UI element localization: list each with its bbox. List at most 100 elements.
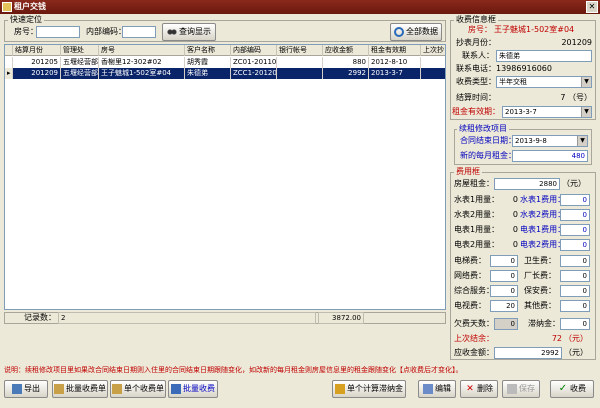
cell-last <box>421 68 445 79</box>
col-room[interactable]: 房号 <box>99 45 185 56</box>
contract-end-select[interactable]: 2013-9-8 ▼ <box>512 135 588 147</box>
info-type-label: 收费类型： <box>456 77 496 86</box>
col-office[interactable]: 管理处 <box>61 45 99 56</box>
renew-modify-label: 续租修改项目 <box>457 123 509 134</box>
new-monthly-label: 新的每月租金： <box>460 151 516 160</box>
elec1-fee-label: 电表1费用： <box>520 225 566 234</box>
single-receipt-label: 单个收费单 <box>124 384 164 393</box>
delete-button[interactable]: ✕ 删除 <box>460 380 498 398</box>
edit-icon <box>423 383 433 394</box>
owe-days-label: 欠费天数： <box>454 319 494 328</box>
charge-label: 收费 <box>570 384 586 393</box>
edit-button[interactable]: 编辑 <box>418 380 456 398</box>
room-label: 房号： <box>14 27 38 36</box>
elec2-fee-input[interactable]: 0 <box>560 239 590 251</box>
receipt-icon <box>54 383 64 394</box>
col-valid[interactable]: 租金有效期 <box>369 45 421 56</box>
code-label: 内部编码： <box>86 27 126 36</box>
cell-office: 五堰经营部 <box>63 57 99 68</box>
save-button[interactable]: 保存 <box>502 380 540 398</box>
elec2-usage-value: 0 <box>512 240 518 249</box>
records-table[interactable]: 结算月份 管理处 房号 客户名称 内部编码 银行帐号 应收金额 租金有效期 上次… <box>4 44 446 310</box>
water2-usage-label: 水表2用量： <box>454 210 500 219</box>
water2-usage-value: 0 <box>512 210 518 219</box>
col-last[interactable]: 上次抄 <box>421 45 445 56</box>
rent-input[interactable]: 2880 <box>494 178 560 190</box>
chevron-down-icon[interactable]: ▼ <box>581 107 591 117</box>
cell-bank <box>277 68 323 79</box>
tv-label: 电视费： <box>454 301 486 310</box>
elec1-usage-value: 0 <box>512 225 518 234</box>
table-row[interactable]: 201205 五堰经营部 香榭里12-302#02 胡秀霞 ZC01-20110… <box>5 57 445 68</box>
due-unit: （元） <box>564 348 588 357</box>
export-icon <box>12 383 22 394</box>
rent-valid-select[interactable]: 2013-3-7 ▼ <box>502 106 592 118</box>
receipt-icon <box>112 383 122 394</box>
col-code[interactable]: 内部编码 <box>231 45 277 56</box>
record-count: 2 <box>58 312 316 324</box>
info-room-value: 王子魅城1-502室#04 <box>494 25 575 34</box>
rent-unit: （元） <box>562 179 586 188</box>
window-title: 租户交钱 <box>14 2 46 11</box>
contract-end-value: 2013-9-8 <box>515 137 547 145</box>
charge-icon <box>171 383 181 394</box>
cell-amount: 2992 <box>323 68 369 79</box>
guard-input[interactable]: 0 <box>560 285 590 297</box>
clean-input[interactable]: 0 <box>560 255 590 267</box>
magnifier-icon <box>394 26 404 37</box>
chevron-down-icon[interactable]: ▼ <box>581 77 591 87</box>
batch-charge-button[interactable]: 批量收费 <box>168 380 218 398</box>
fees-group-label: 费用框 <box>454 166 482 177</box>
network-input[interactable]: 0 <box>490 270 518 282</box>
single-receipt-button[interactable]: 单个收费单 <box>110 380 166 398</box>
calculator-icon <box>335 383 345 394</box>
cell-month: 201209 <box>13 68 61 79</box>
contract-end-label: 合同结束日期： <box>460 136 516 145</box>
elevator-input[interactable]: 0 <box>490 255 518 267</box>
rent-valid-value: 2013-3-7 <box>505 108 537 116</box>
room-input[interactable] <box>36 26 80 38</box>
save-icon <box>507 383 517 394</box>
water1-usage-label: 水表1用量： <box>454 195 500 204</box>
plant-input[interactable]: 0 <box>560 270 590 282</box>
info-month-label: 抄表月份： <box>456 38 496 47</box>
col-month[interactable]: 结算月份 <box>13 45 61 56</box>
water2-fee-label: 水表2费用： <box>520 210 566 219</box>
record-count-label: 记录数： <box>24 313 56 322</box>
quick-locate-label: 快速定位 <box>8 14 44 25</box>
chevron-down-icon[interactable]: ▼ <box>577 136 587 146</box>
other-label: 其他费： <box>524 301 556 310</box>
col-name[interactable]: 客户名称 <box>185 45 231 56</box>
edit-label: 编辑 <box>435 384 451 393</box>
batch-receipt-button[interactable]: 批量收费单 <box>52 380 108 398</box>
header-indicator <box>5 45 13 56</box>
save-label: 保存 <box>519 384 535 393</box>
calc-late-fee-button[interactable]: 单个计算滞纳金 <box>332 380 406 398</box>
charge-button[interactable]: ✓ 收费 <box>550 380 594 398</box>
cell-room: 香榭里12-302#02 <box>99 57 185 68</box>
contact-input[interactable]: 朱德弟 <box>496 50 592 62</box>
col-amount[interactable]: 应收金额 <box>323 45 369 56</box>
water1-fee-label: 水表1费用： <box>520 195 566 204</box>
other-input[interactable]: 0 <box>560 300 590 312</box>
water1-fee-input[interactable]: 0 <box>560 194 590 206</box>
water2-fee-input[interactable]: 0 <box>560 209 590 221</box>
network-label: 网络费： <box>454 271 486 280</box>
close-icon[interactable]: ✕ <box>586 1 598 13</box>
all-data-button[interactable]: 全部数据 <box>390 23 442 41</box>
elec2-usage-label: 电表2用量： <box>454 240 500 249</box>
tv-input[interactable]: 20 <box>490 300 518 312</box>
export-button[interactable]: 导出 <box>4 380 48 398</box>
col-bank[interactable]: 银行帐号 <box>277 45 323 56</box>
new-monthly-input[interactable]: 480 <box>512 150 588 162</box>
cell-name: 胡秀霞 <box>185 57 231 68</box>
code-input[interactable] <box>122 26 156 38</box>
service-input[interactable]: 0 <box>490 285 518 297</box>
check-icon: ✓ <box>558 382 568 394</box>
query-button[interactable]: 查询显示 <box>162 23 216 41</box>
elec1-fee-input[interactable]: 0 <box>560 224 590 236</box>
fee-type-select[interactable]: 半年交租 ▼ <box>496 76 592 88</box>
info-phone-value: 13986916060 <box>496 64 552 73</box>
late-fee-input[interactable]: 0 <box>560 318 590 330</box>
table-row-selected[interactable]: ▸ 201209 五堰经营部 王子魅城1-502室#04 朱德弟 ZCC1-20… <box>5 68 445 79</box>
